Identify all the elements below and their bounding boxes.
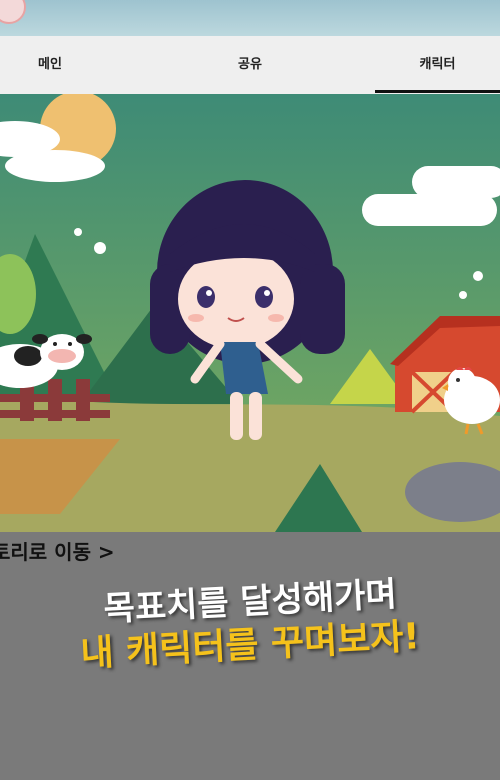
tab-share[interactable]: 공유 (200, 36, 300, 94)
story-link[interactable]: 토리로 이동 > (0, 536, 115, 565)
app-badge-icon (0, 0, 26, 24)
tab-character[interactable]: 캐릭터 (375, 36, 500, 94)
active-tab-indicator (375, 90, 500, 93)
tab-bar: 메인 공유 캐릭터 (0, 36, 500, 95)
farm-scene (0, 94, 500, 532)
status-bar (0, 0, 500, 36)
tab-main[interactable]: 메인 (0, 36, 100, 94)
character-scene-illustration (0, 94, 500, 532)
